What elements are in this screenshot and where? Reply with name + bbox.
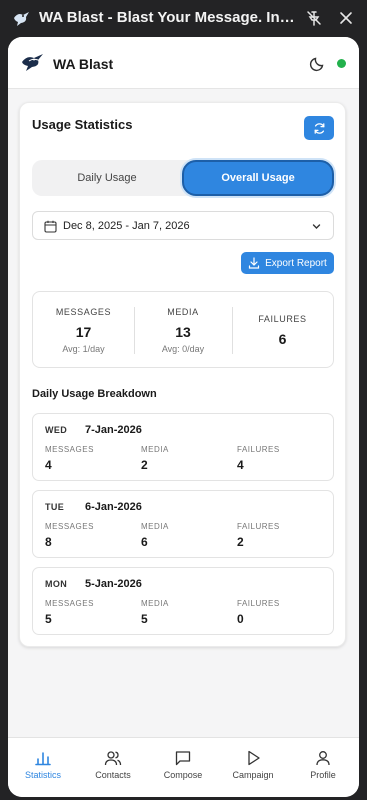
failures-label: FAILURES <box>237 599 280 608</box>
summary-value: 6 <box>278 331 287 347</box>
daily-breakdown-item: MON 5-Jan-2026 MESSAGES MEDIA FAILURES 5… <box>32 567 334 635</box>
nav-item-campaign[interactable]: Campaign <box>218 738 288 797</box>
summary-label: MEDIA <box>167 307 199 317</box>
pin-off-icon[interactable] <box>305 9 323 27</box>
refresh-icon <box>314 122 324 134</box>
app-name: WA Blast <box>53 56 114 72</box>
day-name: TUE <box>45 502 65 512</box>
bird-logo-icon <box>14 12 29 26</box>
media-label: MEDIA <box>141 445 169 454</box>
nav-label: Contacts <box>95 770 131 780</box>
summary-label: FAILURES <box>258 314 307 324</box>
usage-statistics-card: Usage Statistics Daily Usage Overall Usa… <box>19 102 346 647</box>
daily-breakdown-item: TUE 6-Jan-2026 MESSAGES MEDIA FAILURES 8… <box>32 490 334 558</box>
nav-label: Campaign <box>232 770 274 780</box>
bar-chart-icon <box>35 752 51 766</box>
summary-average: Avg: 0/day <box>161 344 205 354</box>
export-report-label: Export Report <box>265 257 327 269</box>
dark-mode-moon-icon[interactable] <box>309 54 327 72</box>
nav-item-profile[interactable]: Profile <box>288 738 358 797</box>
messages-label: MESSAGES <box>45 599 94 608</box>
close-icon[interactable] <box>337 9 355 27</box>
refresh-button[interactable] <box>304 116 334 140</box>
summary-value: 13 <box>175 324 191 340</box>
day-name: MON <box>45 579 68 589</box>
day-date: 5-Jan-2026 <box>85 578 142 590</box>
failures-value: 0 <box>237 612 244 626</box>
play-icon <box>248 750 260 766</box>
usage-toggle: Daily Usage Overall Usage <box>32 160 334 196</box>
day-date: 7-Jan-2026 <box>85 424 142 436</box>
breakdown-title: Daily Usage Breakdown <box>32 388 157 400</box>
card-title: Usage Statistics <box>32 117 133 132</box>
media-value: 6 <box>141 535 148 549</box>
bottom-navigation: Statistics Contacts Compose Campaign Pro… <box>8 737 359 797</box>
summary-average: Avg: 1/day <box>62 344 105 354</box>
messages-label: MESSAGES <box>45 445 94 454</box>
calendar-icon <box>44 220 57 233</box>
date-range-picker[interactable]: Dec 8, 2025 - Jan 7, 2026 <box>32 211 334 240</box>
nav-item-statistics[interactable]: Statistics <box>8 738 78 797</box>
failures-label: FAILURES <box>237 445 280 454</box>
messages-value: 4 <box>45 458 52 472</box>
app-header: WA Blast <box>8 37 359 89</box>
messages-value: 5 <box>45 612 52 626</box>
chevron-down-icon <box>312 224 321 229</box>
export-report-button[interactable]: Export Report <box>241 252 334 274</box>
usage-summary: MESSAGES 17 Avg: 1/day MEDIA 13 Avg: 0/d… <box>32 291 334 368</box>
user-icon <box>316 751 330 766</box>
nav-label: Compose <box>163 770 203 780</box>
wa-blast-logo-icon <box>22 54 43 71</box>
daily-breakdown-item: WED 7-Jan-2026 MESSAGES MEDIA FAILURES 4… <box>32 413 334 481</box>
failures-value: 4 <box>237 458 244 472</box>
window-titlebar: WA Blast - Blast Your Message. Instantly… <box>0 0 367 36</box>
nav-item-contacts[interactable]: Contacts <box>78 738 148 797</box>
summary-label: MESSAGES <box>55 307 112 317</box>
window-title: WA Blast - Blast Your Message. Instantly… <box>39 9 301 26</box>
summary-failures: FAILURES 6 <box>232 292 333 369</box>
nav-label: Profile <box>310 770 336 780</box>
failures-label: FAILURES <box>237 522 280 531</box>
summary-media: MEDIA 13 Avg: 0/day <box>134 292 232 369</box>
summary-messages: MESSAGES 17 Avg: 1/day <box>33 292 134 369</box>
message-square-icon <box>175 751 191 766</box>
messages-value: 8 <box>45 535 52 549</box>
download-icon <box>249 257 260 269</box>
media-value: 5 <box>141 612 148 626</box>
summary-value: 17 <box>75 324 92 340</box>
date-range-value: Dec 8, 2025 - Jan 7, 2026 <box>63 220 190 232</box>
users-icon <box>104 751 122 766</box>
failures-value: 2 <box>237 535 244 549</box>
messages-label: MESSAGES <box>45 522 94 531</box>
app-window: WA Blast Usage Statistics Daily Usage Ov… <box>8 37 359 797</box>
day-date: 6-Jan-2026 <box>85 501 142 513</box>
media-label: MEDIA <box>141 522 169 531</box>
connection-status-dot <box>337 59 346 68</box>
overall-usage-tab[interactable]: Overall Usage <box>182 160 334 196</box>
media-label: MEDIA <box>141 599 169 608</box>
nav-item-compose[interactable]: Compose <box>148 738 218 797</box>
daily-usage-tab[interactable]: Daily Usage <box>32 160 182 196</box>
media-value: 2 <box>141 458 148 472</box>
nav-label: Statistics <box>24 770 61 780</box>
day-name: WED <box>45 425 68 435</box>
